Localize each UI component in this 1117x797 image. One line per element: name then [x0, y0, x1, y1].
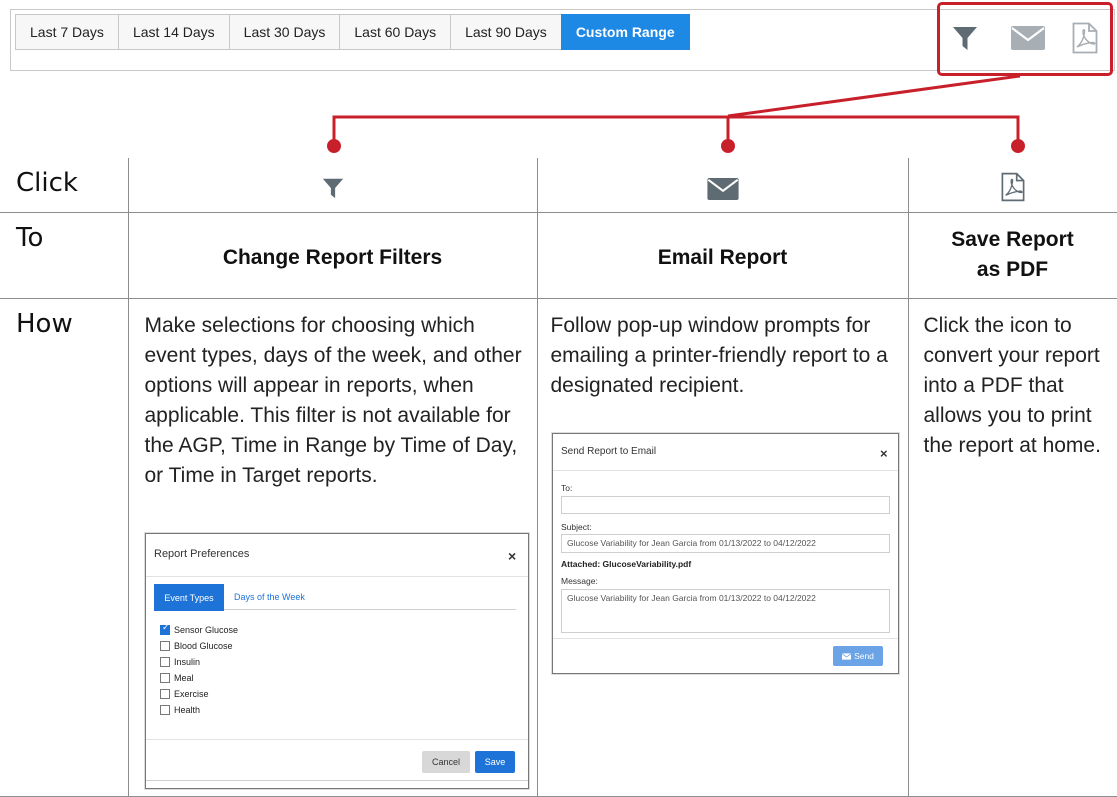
message-field[interactable]: Glucose Variability for Jean Garcia from…: [561, 589, 890, 633]
option-label: Exercise: [174, 689, 209, 699]
cancel-button[interactable]: Cancel: [422, 751, 470, 773]
email-report-title: Email Report: [657, 246, 788, 269]
option-sensor-glucose[interactable]: Sensor Glucose: [160, 622, 238, 638]
to-cell-filter: Change Report Filters: [127, 211, 538, 299]
send-email-modal: Send Report to Email × To: Subject: Gluc…: [552, 433, 899, 674]
close-icon[interactable]: ×: [880, 446, 888, 461]
option-exercise[interactable]: Exercise: [160, 686, 238, 702]
envelope-icon: [842, 652, 852, 660]
callout-dot-pdf: [1011, 139, 1025, 153]
modal-divider: [553, 470, 898, 471]
option-label: Insulin: [174, 657, 201, 667]
subject-label: Subject:: [561, 522, 592, 532]
checkbox[interactable]: [160, 657, 170, 667]
pdf-description: Click the icon to convert your report in…: [923, 313, 1101, 457]
close-icon[interactable]: ×: [508, 548, 516, 564]
callout-connectors: [327, 74, 1025, 153]
tab-event-types[interactable]: Event Types: [154, 584, 224, 611]
checkbox[interactable]: [160, 641, 170, 651]
envelope-icon: [706, 178, 739, 200]
checkbox-checked[interactable]: [160, 623, 170, 635]
callout-dot-filter: [327, 139, 341, 153]
to-cell-email: Email Report: [536, 211, 909, 299]
to-row: To Change Report Filters Email Report Sa…: [0, 211, 1117, 299]
how-cell-pdf: Click the icon to convert your report in…: [907, 297, 1117, 797]
modal-title: Report Preferences: [154, 548, 250, 560]
event-type-options: Sensor Glucose Blood Glucose Insulin Mea…: [160, 622, 238, 718]
to-cell-pdf: Save Report as PDF: [907, 211, 1117, 299]
option-label: Sensor Glucose: [174, 625, 239, 635]
report-preferences-modal: Report Preferences × Event Types Days of…: [145, 533, 529, 789]
callout-dot-email: [721, 139, 735, 153]
checkbox[interactable]: [160, 689, 170, 699]
pdf-icon-cell: [907, 158, 1117, 213]
modal-title: Send Report to Email: [561, 446, 657, 457]
filter-icon-cell: [127, 158, 538, 213]
save-report-pdf-title: Save Report as PDF: [951, 228, 1074, 281]
option-label: Health: [174, 705, 201, 715]
to-label: To:: [561, 483, 573, 493]
option-blood-glucose[interactable]: Blood Glucose: [160, 638, 238, 654]
tab-days-of-week[interactable]: Days of the Week: [234, 592, 305, 602]
row-label-to: To: [0, 211, 129, 299]
row-label-click: Click: [0, 158, 129, 213]
email-icon-cell: [536, 158, 909, 213]
option-meal[interactable]: Meal: [160, 670, 238, 686]
subject-field[interactable]: Glucose Variability for Jean Garcia from…: [561, 534, 890, 553]
pdf-icon: [1001, 172, 1024, 202]
message-label: Message:: [561, 576, 598, 586]
option-health[interactable]: Health: [160, 702, 238, 718]
option-label: Blood Glucose: [174, 641, 233, 651]
modal-footer-divider: [146, 739, 528, 740]
save-button[interactable]: Save: [475, 751, 515, 773]
modal-divider: [146, 576, 528, 577]
attachment-text: Attached: GlucoseVariability.pdf: [561, 559, 692, 569]
change-report-filters-title: Change Report Filters: [222, 246, 443, 269]
send-label: Send: [854, 651, 874, 661]
click-row: Click: [0, 158, 1117, 213]
option-insulin[interactable]: Insulin: [160, 654, 238, 670]
send-button[interactable]: Send: [833, 646, 883, 666]
filter-description: Make selections for choosing which event…: [144, 313, 522, 487]
to-field[interactable]: [561, 496, 890, 514]
option-label: Meal: [174, 673, 194, 683]
email-description: Follow pop-up window prompts for emailin…: [550, 313, 888, 397]
filter-icon: [322, 178, 343, 199]
modal-bottom-edge: [146, 780, 528, 781]
row-label-how: How: [0, 297, 129, 797]
checkbox[interactable]: [160, 673, 170, 683]
modal-footer-divider: [553, 638, 898, 639]
checkbox[interactable]: [160, 705, 170, 715]
